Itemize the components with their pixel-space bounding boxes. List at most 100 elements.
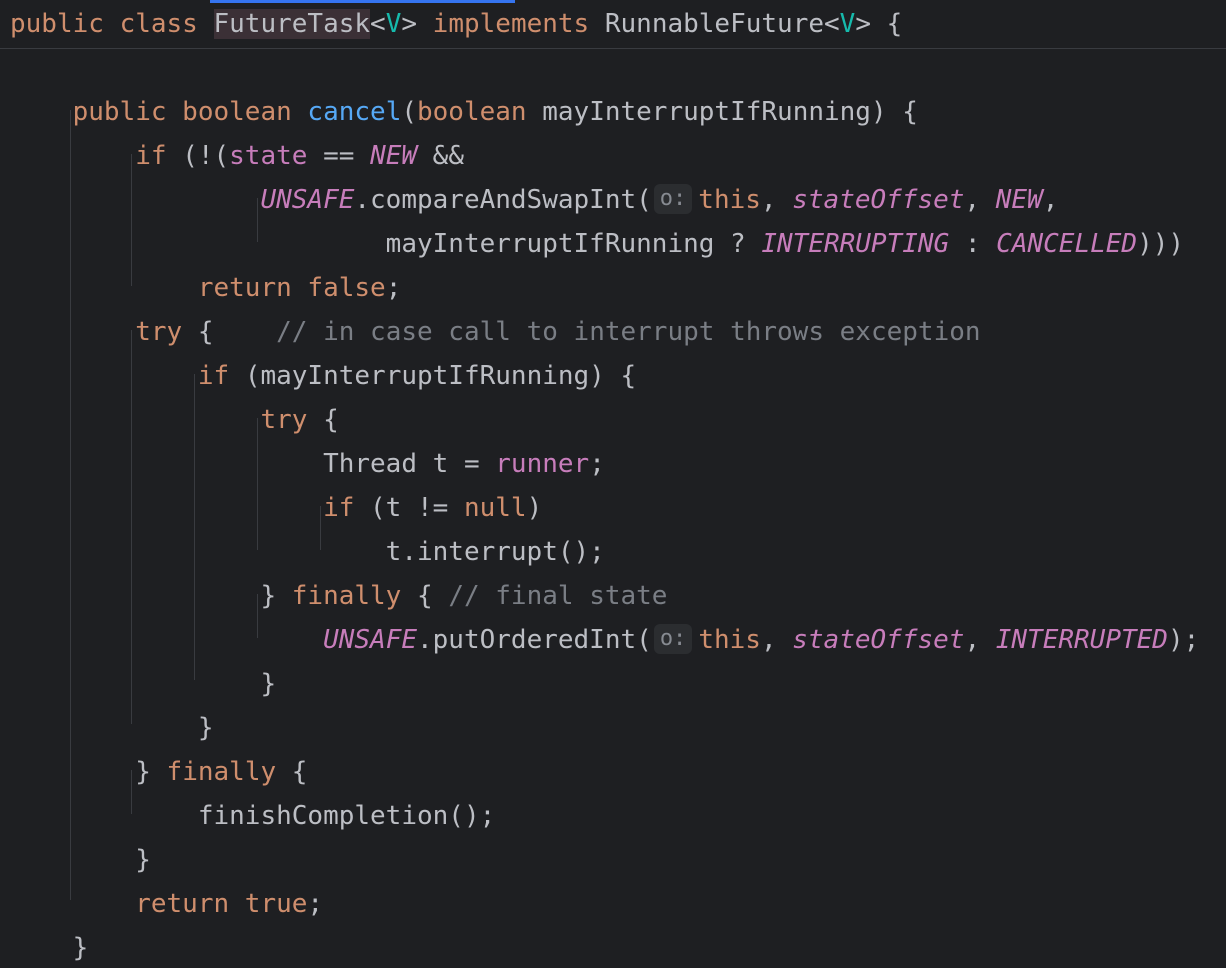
code-token: V bbox=[385, 9, 402, 39]
indent-guide bbox=[320, 506, 321, 550]
code-token: ); bbox=[1167, 625, 1200, 655]
code-token: runner bbox=[495, 449, 590, 479]
code-token: stateOffset bbox=[792, 625, 965, 655]
code-line[interactable]: } bbox=[10, 664, 276, 704]
code-line[interactable]: if (t != null) bbox=[10, 488, 542, 528]
code-token: == bbox=[307, 141, 371, 171]
code-token: , bbox=[964, 185, 996, 215]
code-line[interactable]: } bbox=[10, 928, 89, 968]
code-line[interactable]: return false; bbox=[10, 268, 402, 308]
code-line[interactable]: finishCompletion(); bbox=[10, 796, 495, 836]
code-token: } bbox=[10, 757, 167, 787]
code-token: boolean bbox=[417, 97, 543, 127]
code-token: } bbox=[10, 669, 277, 699]
code-token: stateOffset bbox=[792, 185, 965, 215]
code-token: this bbox=[698, 625, 761, 655]
code-token: ( bbox=[401, 97, 417, 127]
code-token: , bbox=[1042, 185, 1059, 215]
code-token: > bbox=[401, 9, 433, 39]
code-line[interactable]: try { bbox=[10, 400, 339, 440]
code-line[interactable]: UNSAFE.putOrderedInt(o: this, stateOffset… bbox=[10, 620, 1199, 660]
code-token: return true bbox=[10, 889, 308, 919]
code-token: ; bbox=[589, 449, 605, 479]
indent-guide bbox=[257, 418, 258, 550]
code-token: // in case call to interrupt throws exce… bbox=[276, 317, 981, 347]
code-token: // final state bbox=[448, 581, 668, 611]
code-line[interactable]: t.interrupt(); bbox=[10, 532, 605, 572]
code-token: , bbox=[964, 625, 996, 655]
code-token: (!( bbox=[182, 141, 230, 171]
code-token: UNSAFE bbox=[323, 625, 417, 655]
code-line[interactable]: } finally { // final state bbox=[10, 576, 667, 616]
code-token: (t != bbox=[370, 493, 464, 523]
code-line[interactable]: } finally { bbox=[10, 752, 307, 792]
indent-guide bbox=[131, 154, 132, 286]
code-token: finally bbox=[291, 581, 417, 611]
active-tab-indicator bbox=[210, 0, 515, 3]
code-token: if bbox=[10, 141, 183, 171]
code-token: try bbox=[10, 317, 198, 347]
code-token: } bbox=[10, 845, 151, 875]
code-token: implements bbox=[432, 9, 605, 39]
parameter-hint: o: bbox=[653, 183, 693, 214]
code-token: Thread t = bbox=[10, 449, 496, 479]
code-token: public class bbox=[10, 9, 214, 39]
code-token: NEW bbox=[370, 141, 418, 171]
code-token: INTERRUPTED bbox=[995, 625, 1168, 655]
code-line[interactable]: public boolean cancel(boolean mayInterru… bbox=[10, 92, 918, 132]
code-token: cancel bbox=[307, 97, 402, 127]
code-token: } bbox=[10, 933, 89, 963]
code-token: , bbox=[760, 625, 793, 655]
code-token: mayInterruptIfRunning ? bbox=[10, 229, 762, 259]
code-line[interactable]: } bbox=[10, 840, 151, 880]
code-line[interactable]: if (!(state == NEW && bbox=[10, 136, 464, 176]
code-token: state bbox=[229, 141, 308, 171]
code-line[interactable]: if (mayInterruptIfRunning) { bbox=[10, 356, 636, 396]
code-token: UNSAFE bbox=[260, 185, 355, 215]
indent-guide bbox=[131, 330, 132, 724]
code-token: NEW bbox=[995, 185, 1043, 215]
code-token: ; bbox=[307, 889, 324, 919]
code-token: && bbox=[417, 141, 464, 171]
code-token: V bbox=[839, 9, 856, 39]
code-token: } bbox=[10, 713, 214, 743]
code-token: CANCELLED bbox=[996, 229, 1138, 259]
code-token: try bbox=[10, 405, 324, 435]
code-token: > { bbox=[855, 9, 903, 39]
indent-guide bbox=[131, 770, 132, 814]
code-line[interactable]: } bbox=[10, 708, 214, 748]
code-token: } bbox=[10, 581, 292, 611]
code-line[interactable]: Thread t = runner; bbox=[10, 444, 605, 484]
indent-guide bbox=[257, 594, 258, 638]
code-token: FutureTask bbox=[213, 9, 371, 39]
code-token: { bbox=[323, 405, 339, 435]
code-line[interactable]: try { // in case call to interrupt throw… bbox=[10, 312, 981, 352]
code-token: { bbox=[197, 317, 277, 347]
code-token: : bbox=[949, 229, 997, 259]
code-token: RunnableFuture< bbox=[604, 9, 840, 39]
code-line[interactable]: mayInterruptIfRunning ? INTERRUPTING : C… bbox=[10, 224, 1184, 264]
code-token: mayInterruptIfRunning) { bbox=[542, 97, 918, 127]
code-token: .putOrderedInt( bbox=[417, 625, 652, 655]
code-token: ))) bbox=[1137, 229, 1185, 259]
code-token: < bbox=[370, 9, 386, 39]
code-token: .compareAndSwapInt( bbox=[354, 185, 652, 215]
code-token: null bbox=[463, 493, 527, 523]
code-token: return false bbox=[10, 273, 386, 303]
code-token: public boolean bbox=[10, 97, 308, 127]
code-line[interactable]: return true; bbox=[10, 884, 323, 924]
code-token: { bbox=[291, 757, 308, 787]
code-token: t.interrupt(); bbox=[10, 537, 605, 567]
indent-guide bbox=[194, 374, 195, 680]
code-token: if bbox=[10, 493, 371, 523]
parameter-hint: o: bbox=[653, 623, 693, 654]
indent-guide bbox=[257, 198, 258, 242]
code-token: INTERRUPTING bbox=[761, 229, 950, 259]
code-token: ) bbox=[526, 493, 543, 523]
code-token: finally bbox=[166, 757, 292, 787]
code-line[interactable]: public class FutureTask<V> implements Ru… bbox=[10, 4, 902, 44]
code-token: ; bbox=[385, 273, 402, 303]
code-line[interactable]: UNSAFE.compareAndSwapInt(o: this, stateOf… bbox=[10, 180, 1058, 220]
code-token: { bbox=[417, 581, 449, 611]
